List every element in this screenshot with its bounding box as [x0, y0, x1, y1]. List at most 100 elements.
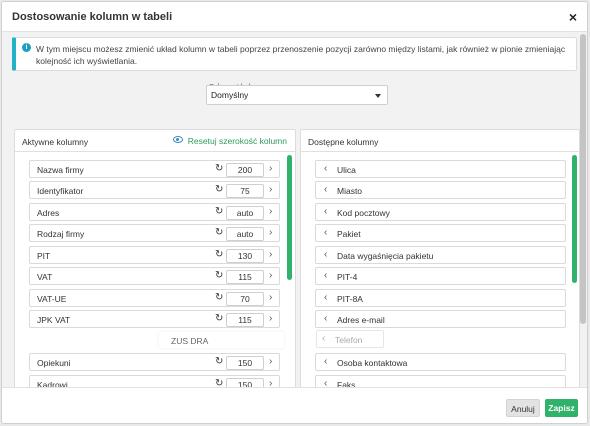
refresh-icon[interactable]: ↻: [215, 271, 223, 281]
dragged-available-column[interactable]: ‹ Telefon: [316, 330, 384, 348]
schema-selected-value: Domyślny: [211, 90, 249, 100]
column-width-input[interactable]: 150: [226, 356, 264, 370]
save-button[interactable]: Zapisz: [545, 399, 578, 417]
chevron-left-icon[interactable]: ‹: [324, 249, 327, 261]
available-column-row[interactable]: ‹ Data wygaśnięcia pakietu: [315, 246, 566, 264]
active-column-label: VAT-UE: [37, 294, 67, 304]
refresh-icon[interactable]: ↻: [215, 250, 223, 260]
chevron-right-icon[interactable]: ›: [269, 184, 272, 196]
active-column-label: Nazwa firmy: [37, 165, 84, 175]
chevron-right-icon[interactable]: ›: [269, 292, 272, 304]
available-column-row[interactable]: ‹ Ulica: [315, 160, 566, 178]
info-icon: i: [22, 43, 31, 52]
active-column-row[interactable]: Opiekuni ↻ 150 ›: [29, 353, 280, 371]
chevron-right-icon[interactable]: ›: [269, 163, 272, 175]
active-columns-header: Aktywne kolumny Resetuj szerokość kolumn: [15, 130, 295, 152]
available-columns-title: Dostępne kolumny: [308, 137, 379, 147]
chevron-right-icon[interactable]: ›: [269, 356, 272, 368]
refresh-icon[interactable]: ↻: [215, 228, 223, 238]
active-list-scrollbar[interactable]: [287, 155, 292, 280]
eye-icon: [172, 136, 183, 143]
refresh-icon[interactable]: ↻: [215, 357, 223, 367]
info-text: W tym miejscu możesz zmienić układ kolum…: [36, 44, 566, 66]
column-width-input[interactable]: auto: [226, 206, 264, 220]
available-column-label: Kod pocztowy: [337, 208, 390, 218]
refresh-icon[interactable]: ↻: [215, 185, 223, 195]
chevron-right-icon[interactable]: ›: [269, 313, 272, 325]
dragged-available-label: Telefon: [335, 335, 363, 345]
dragged-column-label: ZUS DRA: [171, 336, 209, 346]
dialog-scrollbar[interactable]: [580, 34, 586, 386]
chevron-right-icon[interactable]: ›: [269, 227, 272, 239]
chevron-left-icon[interactable]: ‹: [324, 206, 327, 218]
refresh-icon[interactable]: ↻: [215, 164, 223, 174]
refresh-icon[interactable]: ↻: [215, 314, 223, 324]
dialog-title: Dostosowanie kolumn w tabeli: [12, 11, 173, 23]
available-column-label: Miasto: [337, 186, 363, 196]
available-column-row[interactable]: ‹ Pakiet: [315, 224, 566, 242]
active-column-label: JPK VAT: [37, 315, 71, 325]
available-column-label: Ulica: [337, 165, 356, 175]
refresh-icon[interactable]: ↻: [215, 293, 223, 303]
chevron-left-icon[interactable]: ‹: [324, 356, 327, 368]
chevron-left-icon[interactable]: ‹: [324, 313, 327, 325]
cancel-button[interactable]: Anuluj: [506, 399, 540, 417]
available-column-row[interactable]: ‹ Osoba kontaktowa: [315, 353, 566, 371]
active-columns-title: Aktywne kolumny: [22, 137, 89, 147]
dialog-header: Dostosowanie kolumn w tabeli ×: [2, 2, 587, 32]
info-alert: i W tym miejscu możesz zmienić układ kol…: [12, 37, 577, 71]
active-column-label: Adres: [37, 208, 60, 218]
chevron-left-icon[interactable]: ‹: [324, 227, 327, 239]
available-column-row[interactable]: ‹ PIT-8A: [315, 289, 566, 307]
available-columns-panel: Dostępne kolumny ‹ Ulica ‹ Miasto ‹ Kod …: [300, 129, 580, 389]
available-column-row[interactable]: ‹ Miasto: [315, 181, 566, 199]
column-width-input[interactable]: 200: [226, 163, 264, 177]
reset-width-link[interactable]: Resetuj szerokość kolumn: [172, 136, 287, 146]
chevron-left-icon[interactable]: ‹: [324, 270, 327, 282]
active-column-row[interactable]: VAT-UE ↻ 70 ›: [29, 289, 280, 307]
column-width-input[interactable]: 115: [226, 313, 264, 327]
active-column-row[interactable]: JPK VAT ↻ 115 ›: [29, 310, 280, 328]
active-column-row[interactable]: PIT ↻ 130 ›: [29, 246, 280, 264]
active-column-label: VAT: [37, 272, 53, 282]
close-icon[interactable]: ×: [569, 9, 577, 25]
reset-width-label: Resetuj szerokość kolumn: [187, 136, 287, 146]
refresh-icon[interactable]: ↻: [215, 207, 223, 217]
available-list-scrollbar[interactable]: [572, 155, 577, 283]
chevron-right-icon[interactable]: ›: [269, 270, 272, 282]
available-column-row[interactable]: ‹ Adres e-mail: [315, 310, 566, 328]
column-settings-dialog: Dostosowanie kolumn w tabeli × i W tym m…: [1, 1, 588, 424]
active-column-label: Identyfikator: [37, 186, 84, 196]
active-column-label: Rodzaj firmy: [37, 229, 85, 239]
available-columns-header: Dostępne kolumny: [301, 130, 579, 152]
active-column-row[interactable]: Rodzaj firmy ↻ auto ›: [29, 224, 280, 242]
column-width-input[interactable]: 75: [226, 184, 264, 198]
chevron-left-icon: ‹: [322, 333, 326, 344]
chevron-left-icon[interactable]: ‹: [324, 163, 327, 175]
column-width-input[interactable]: auto: [226, 227, 264, 241]
active-column-row[interactable]: Adres ↻ auto ›: [29, 203, 280, 221]
active-columns-panel: Aktywne kolumny Resetuj szerokość kolumn…: [14, 129, 296, 389]
dialog-footer: Anuluj Zapisz: [2, 387, 587, 423]
available-column-row[interactable]: ‹ Kod pocztowy: [315, 203, 566, 221]
active-column-label: Opiekuni: [37, 358, 71, 368]
schema-select[interactable]: Domyślny: [206, 85, 388, 105]
dialog-scroll-thumb[interactable]: [580, 34, 586, 324]
column-width-input[interactable]: 115: [226, 270, 264, 284]
column-width-input[interactable]: 130: [226, 249, 264, 263]
dragged-column-placeholder[interactable]: ZUS DRA: [159, 332, 284, 348]
active-column-label: PIT: [37, 251, 51, 261]
column-width-input[interactable]: 70: [226, 292, 264, 306]
active-column-row[interactable]: Nazwa firmy ↻ 200 ›: [29, 160, 280, 178]
active-column-row[interactable]: VAT ↻ 115 ›: [29, 267, 280, 285]
available-column-row[interactable]: ‹ PIT-4: [315, 267, 566, 285]
chevron-left-icon[interactable]: ‹: [324, 292, 327, 304]
available-column-label: PIT-8A: [337, 294, 363, 304]
active-column-row[interactable]: Identyfikator ↻ 75 ›: [29, 181, 280, 199]
available-column-label: PIT-4: [337, 272, 358, 282]
chevron-right-icon[interactable]: ›: [269, 206, 272, 218]
available-column-label: Osoba kontaktowa: [337, 358, 408, 368]
chevron-left-icon[interactable]: ‹: [324, 184, 327, 196]
available-column-label: Pakiet: [337, 229, 361, 239]
chevron-right-icon[interactable]: ›: [269, 249, 272, 261]
